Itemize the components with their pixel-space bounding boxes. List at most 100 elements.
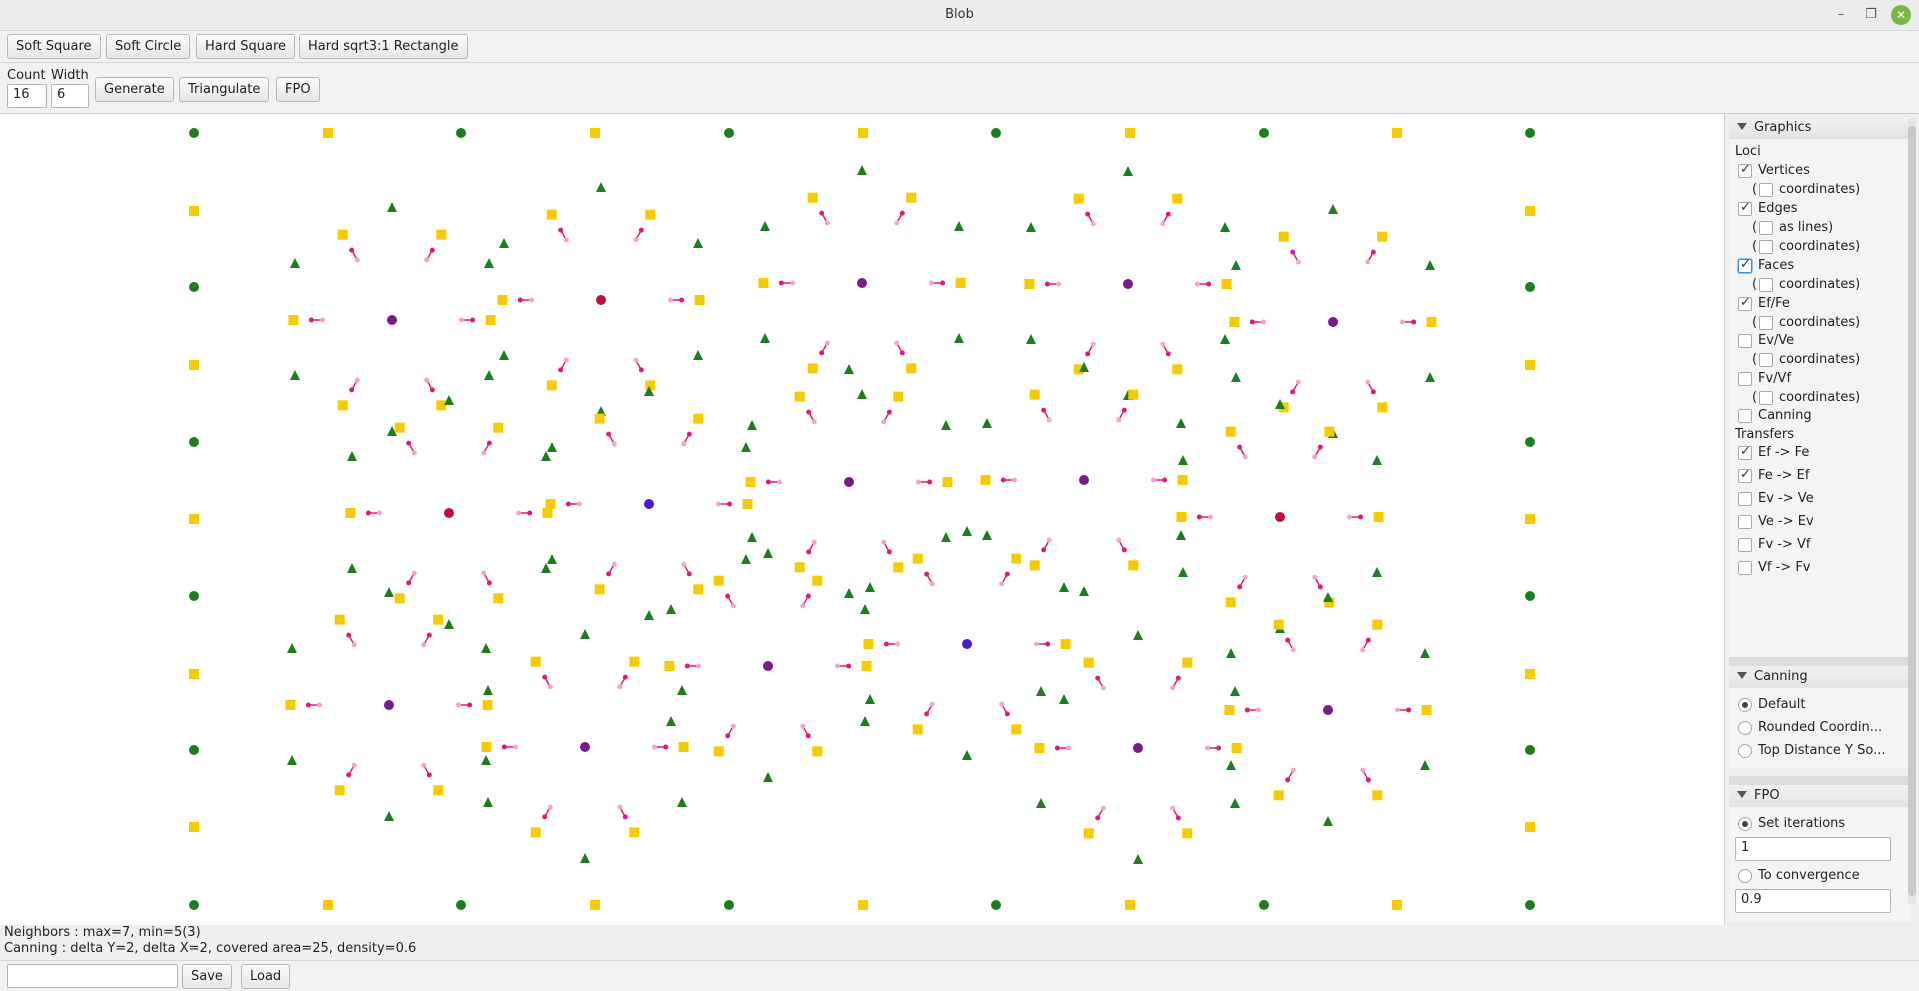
edge-square — [955, 278, 966, 288]
vertex-triangle — [287, 643, 298, 653]
transfer-dot — [1170, 685, 1176, 691]
ve-ev-checkbox[interactable] — [1738, 515, 1752, 529]
blob-canvas[interactable] — [0, 114, 1725, 925]
scrollbar-thumb[interactable] — [1908, 126, 1916, 896]
hard-rectangle-button[interactable]: Hard sqrt3:1 Rectangle — [299, 34, 468, 59]
vertices-coordinates-checkbox[interactable] — [1759, 183, 1773, 197]
soft-square-button[interactable]: Soft Square — [7, 34, 101, 59]
fv-vf-checkbox[interactable] — [1738, 538, 1752, 552]
transfer-dot — [1175, 675, 1181, 681]
faces-checkbox[interactable] — [1738, 257, 1752, 273]
transfer-dot — [1045, 641, 1051, 647]
filename-input[interactable] — [7, 964, 178, 988]
edges-checkbox[interactable] — [1738, 200, 1752, 216]
transfer-dot — [777, 479, 783, 485]
edge-square — [1273, 619, 1284, 630]
transfer-dot — [1033, 641, 1039, 647]
border-vertex-dot — [1525, 437, 1535, 447]
hard-square-button[interactable]: Hard Square — [196, 34, 296, 59]
vertex-triangle — [1323, 816, 1333, 826]
vf-fv-checkbox[interactable] — [1738, 561, 1752, 575]
effe-coordinates-checkbox[interactable] — [1759, 316, 1773, 330]
edge-square — [530, 827, 541, 838]
minimize-icon[interactable]: – — [1831, 5, 1851, 25]
rounded-coordinates-radio[interactable] — [1738, 721, 1752, 735]
generate-toolbar: Count Width 16 6 Generate Triangulate FP… — [0, 63, 1919, 114]
restore-icon[interactable]: ❐ — [1861, 5, 1881, 25]
transfer-dot — [1365, 637, 1371, 643]
evve-coordinates-checkbox[interactable] — [1759, 353, 1773, 367]
generate-button[interactable]: Generate — [95, 77, 174, 102]
edge-square — [1083, 828, 1094, 839]
faces-coordinates-label: coordinates) — [1779, 277, 1861, 292]
fpo-button[interactable]: FPO — [276, 77, 320, 102]
edges-as-lines-checkbox[interactable] — [1759, 221, 1773, 235]
transfers-label: Transfers — [1735, 427, 1795, 442]
soft-circle-button[interactable]: Soft Circle — [106, 34, 191, 59]
ef-fe-checkbox[interactable] — [1738, 444, 1752, 460]
load-button[interactable]: Load — [241, 964, 291, 989]
save-button[interactable]: Save — [182, 964, 232, 989]
transfer-dot — [563, 237, 569, 243]
canning-checkbox[interactable] — [1738, 409, 1752, 423]
vertex-triangle — [940, 532, 951, 542]
default-radio[interactable] — [1738, 698, 1752, 712]
transfer-dot — [455, 702, 461, 708]
transfer-dot — [765, 479, 771, 485]
fvvf-checkbox[interactable] — [1738, 372, 1752, 386]
transfer-dot — [1165, 351, 1171, 357]
border-edge-square — [189, 822, 199, 832]
paren-open: ( — [1752, 182, 1758, 197]
convergence-input[interactable]: 0.9 — [1735, 889, 1891, 913]
canning-section-header[interactable]: Canning — [1729, 666, 1911, 689]
transfer-dot — [351, 762, 357, 768]
vertex-triangle — [844, 588, 854, 598]
graphics-section-header[interactable]: Graphics — [1729, 117, 1911, 140]
transfer-dot — [805, 593, 811, 599]
iterations-input[interactable]: 1 — [1735, 837, 1891, 861]
ev-ve-checkbox[interactable] — [1738, 492, 1752, 506]
panel-scrollbar[interactable] — [1908, 118, 1916, 905]
edge-square — [1421, 705, 1432, 715]
faces-coordinates-checkbox[interactable] — [1759, 278, 1773, 292]
vertex-triangle — [763, 548, 773, 558]
transfer-dot — [638, 227, 644, 233]
vertex-triangle — [499, 238, 510, 248]
vertex-triangle — [483, 258, 494, 268]
fvvf-coordinates-checkbox[interactable] — [1759, 391, 1773, 405]
close-icon[interactable]: ✕ — [1891, 5, 1911, 25]
vertex-triangle — [1424, 260, 1435, 270]
vertex-triangle — [1323, 592, 1333, 602]
faces-label: Faces — [1758, 258, 1795, 273]
edge-square — [493, 422, 504, 433]
edge-square — [1011, 724, 1022, 735]
vertex-triangle — [540, 451, 551, 461]
transfer-dot — [1160, 221, 1166, 227]
edge-square — [1060, 639, 1071, 649]
fvvf-label: Fv/Vf — [1758, 371, 1792, 386]
vertex-triangle — [962, 526, 972, 536]
section-divider — [1729, 776, 1911, 785]
evve-checkbox[interactable] — [1738, 334, 1752, 348]
ve-ev-label: Ve -> Ev — [1758, 514, 1814, 529]
vertex-triangle — [580, 853, 590, 863]
fe-ef-checkbox[interactable] — [1738, 467, 1752, 483]
vertex-triangle — [666, 604, 677, 614]
border-edge-square — [1525, 822, 1535, 832]
fpo-section-header[interactable]: FPO — [1729, 785, 1911, 808]
edges-coordinates-checkbox[interactable] — [1759, 240, 1773, 254]
triangulate-button[interactable]: Triangulate — [179, 77, 270, 102]
set-iterations-radio[interactable] — [1738, 817, 1752, 831]
border-vertex-dot — [724, 128, 734, 138]
to-convergence-label: To convergence — [1758, 868, 1860, 883]
vertices-checkbox[interactable] — [1738, 162, 1752, 178]
to-convergence-radio[interactable] — [1738, 869, 1752, 883]
count-input[interactable]: 16 — [7, 84, 47, 108]
border-vertex-dot — [189, 128, 199, 138]
transfer-dot — [1004, 571, 1010, 577]
effe-checkbox[interactable] — [1738, 295, 1752, 311]
width-input[interactable]: 6 — [51, 84, 89, 108]
top-distance-radio[interactable] — [1738, 744, 1752, 758]
edge-square — [345, 508, 356, 518]
edge-square — [906, 192, 917, 203]
